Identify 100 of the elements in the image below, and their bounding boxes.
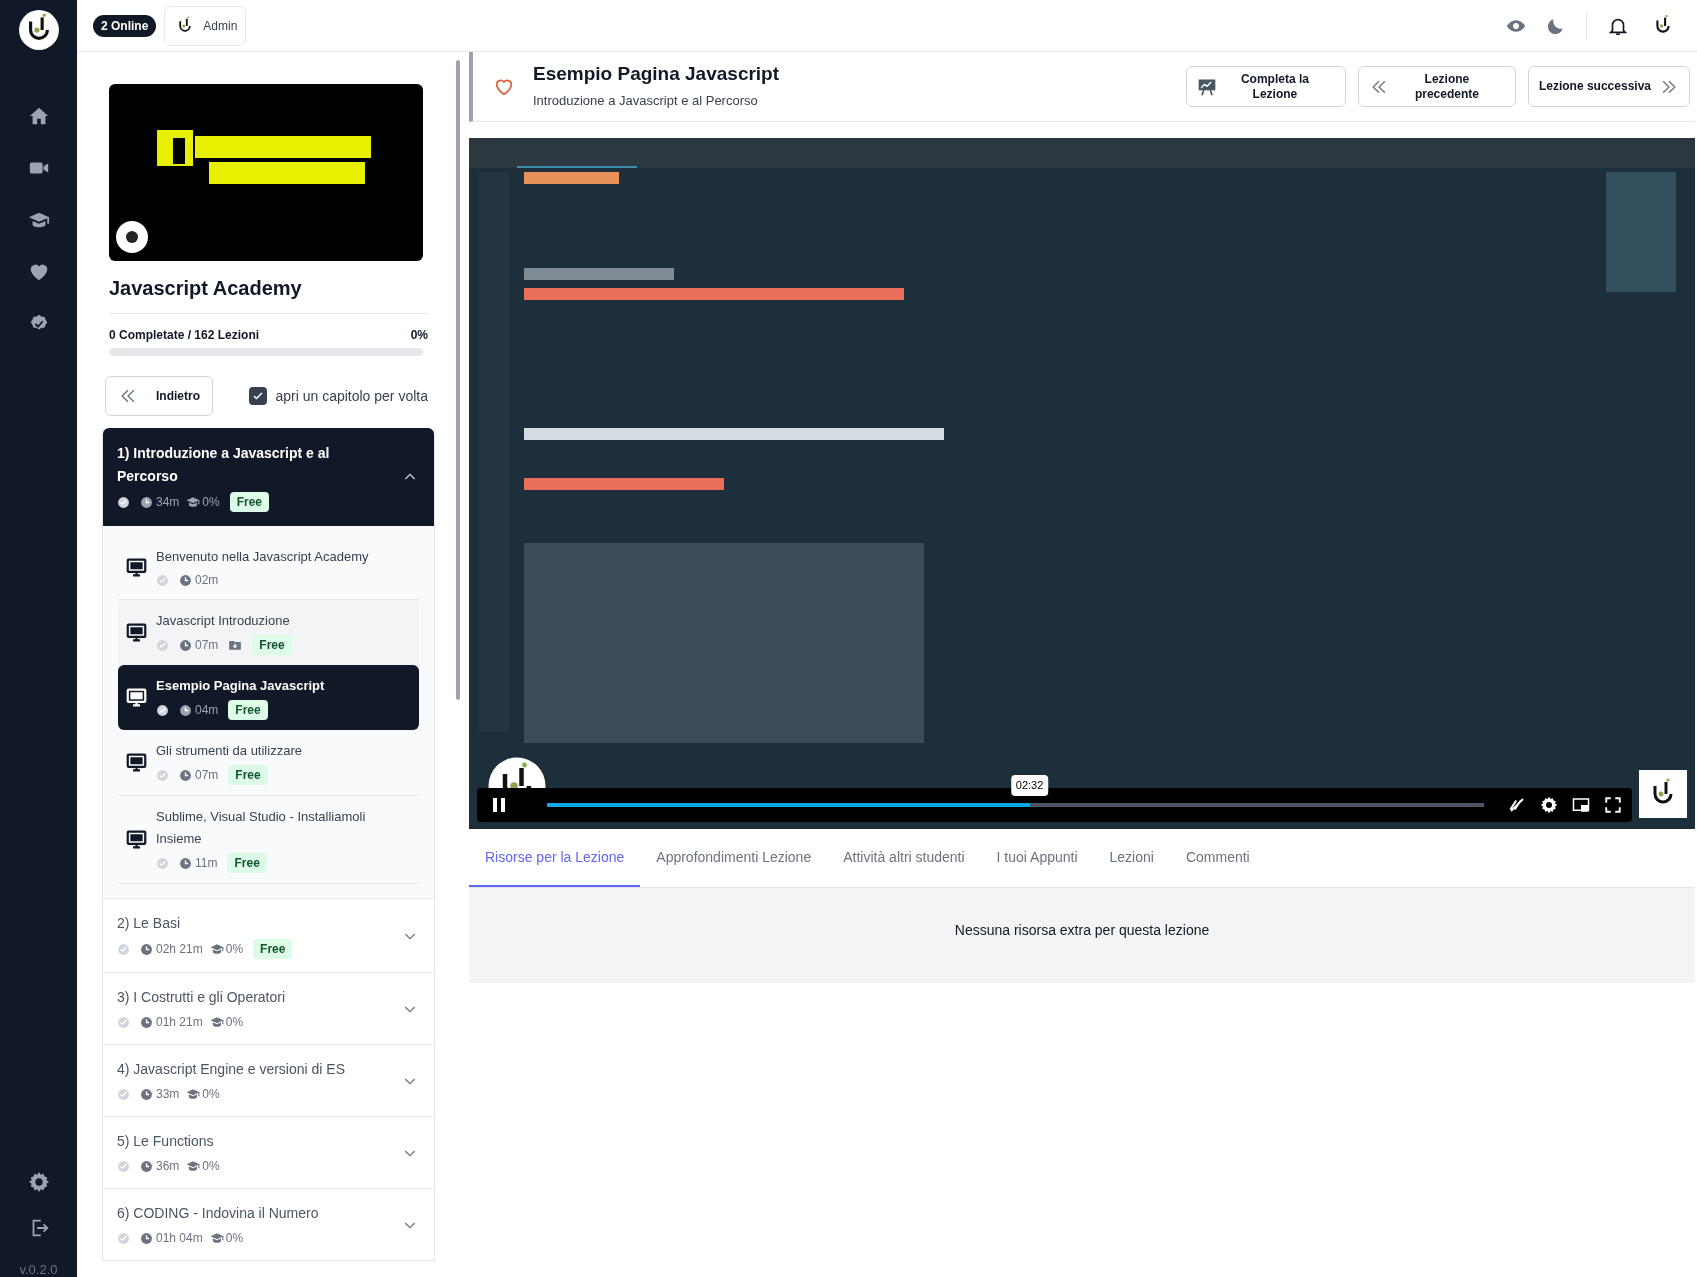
duration-text: 02m (195, 572, 219, 589)
free-badge: Free (252, 635, 292, 655)
duration-text: 36m (156, 1158, 180, 1175)
empty-message: Nessuna risorsa extra per questa lezione (954, 921, 1210, 940)
tab[interactable]: Attività altri studenti (827, 829, 981, 887)
lesson-title: Benvenuto nella Javascript Academy (156, 548, 369, 566)
duration-text: 01h 04m (156, 1230, 203, 1247)
duration-text: 07m (195, 637, 219, 654)
check-icon (117, 1015, 130, 1029)
logo-icon[interactable] (17, 9, 60, 51)
tab[interactable]: Lezioni (1093, 829, 1170, 887)
clock-icon (179, 856, 192, 870)
check-icon (117, 942, 130, 956)
clock-icon (179, 703, 192, 717)
lesson-title: Esempio Pagina Javascript (156, 677, 325, 695)
lesson-title: Sublime, Visual Studio - Installiamoli Insieme (156, 808, 367, 848)
clock-icon (179, 768, 192, 782)
tab[interactable]: Commenti (1169, 829, 1266, 887)
time-tooltip: 02:32 (1010, 775, 1049, 796)
lesson-title: Javascript Introduzione (156, 612, 291, 630)
duration-text: 33m (156, 1086, 180, 1103)
check-icon (156, 638, 169, 652)
home-icon[interactable] (27, 105, 50, 127)
progress-text: 0% (202, 1158, 220, 1175)
fullscreen-icon[interactable] (1604, 796, 1622, 814)
picture-in-picture-icon[interactable] (1572, 796, 1590, 814)
duration-text: 07m (195, 767, 219, 784)
lesson-item[interactable]: Gli strumenti da utilizzare 07m Free (118, 730, 419, 796)
monitor-icon (126, 622, 147, 643)
tab[interactable]: Approfondimenti Lezione (640, 829, 828, 887)
checkbox-label: apri un capitolo per volta (275, 386, 428, 406)
folder-icon (228, 638, 243, 652)
back-button[interactable]: Indietro (105, 376, 213, 416)
clock-icon (140, 495, 153, 509)
check-icon (156, 768, 169, 782)
progress-text: 0% (225, 941, 244, 958)
lesson-item[interactable]: Sublime, Visual Studio - Installiamoli Insieme 11m Free (118, 796, 419, 884)
progress-text: 0% (202, 1086, 220, 1103)
scrollbar[interactable] (456, 60, 460, 700)
graduation-cap-icon (209, 942, 224, 956)
monitor-icon (126, 687, 147, 708)
monitor-icon (126, 752, 147, 773)
next-lesson-button[interactable]: Lezione successiva (1527, 66, 1690, 107)
free-badge: Free (229, 492, 270, 512)
check-icon (156, 703, 169, 717)
progress-text: 0% (202, 494, 220, 511)
graduation-cap-icon (186, 495, 201, 509)
online-badge: 2 Online (93, 14, 157, 37)
lesson-item[interactable]: Javascript Introduzione 07m Free (118, 600, 419, 665)
clock-icon (140, 1087, 153, 1101)
checkbox[interactable] (249, 387, 268, 405)
check-icon (117, 495, 130, 509)
graduation-cap-icon (209, 1015, 224, 1029)
duration-text: 02h 21m (156, 941, 203, 958)
duration-text: 01h 21m (156, 1014, 203, 1031)
chapter-title: 6) CODING - Indovina il Numero (117, 1204, 320, 1223)
version-text: v.0.2.0 (19, 1263, 58, 1277)
previous-lesson-button[interactable]: Lezione precedente (1357, 66, 1516, 107)
captions-off-icon[interactable] (1508, 796, 1526, 814)
duration-text: 04m (195, 702, 219, 719)
duration-text: 11m (195, 855, 218, 872)
settings-icon[interactable] (1540, 796, 1558, 814)
progress-text: 0% (225, 1230, 244, 1247)
chapter-title: 2) Le Basi (117, 914, 182, 933)
check-icon (117, 1231, 130, 1245)
progress-text: 0% (225, 1014, 244, 1031)
tab[interactable]: I tuoi Appunti (980, 829, 1094, 887)
chapter-title: 4) Javascript Engine e versioni di ES (117, 1060, 346, 1079)
free-badge: Free (253, 939, 293, 959)
check-icon (117, 1159, 130, 1173)
check-icon (117, 1087, 130, 1101)
check-icon (156, 573, 169, 587)
settings-icon[interactable] (27, 1171, 50, 1193)
clock-icon (179, 638, 192, 652)
graduation-cap-icon (186, 1159, 201, 1173)
graduation-cap-icon (186, 1087, 201, 1101)
free-badge: Free (227, 853, 267, 873)
check-icon (156, 856, 169, 870)
complete-lesson-button[interactable]: Completa la Lezione (1185, 66, 1346, 107)
lesson-subtitle: Introduzione a Javascript e al Percorso (533, 91, 759, 110)
chapter-header[interactable]: 1) Introduzione a Javascript e al Percorso 34m 0% Free (103, 428, 434, 526)
clock-icon (140, 1159, 153, 1173)
check-icon (252, 390, 265, 402)
lesson-title: Gli strumenti da utilizzare (156, 742, 302, 760)
lesson-item[interactable]: Esempio Pagina Javascript 04m Free (118, 665, 419, 730)
chapter-title: 3) I Costrutti e gli Operatori (117, 988, 287, 1007)
free-badge: Free (228, 700, 268, 720)
clock-icon (179, 573, 192, 587)
clock-icon (140, 942, 153, 956)
free-badge: Free (228, 765, 268, 785)
chapter-title: 1) Introduzione a Javascript e al Percorso (117, 444, 331, 486)
lesson-title: Esempio Pagina Javascript (533, 62, 780, 85)
progress-text: 0 Completate / 162 Lezioni (109, 327, 260, 344)
user-button[interactable]: Admin (164, 5, 247, 46)
monitor-icon (126, 829, 147, 850)
progress-percent: 0% (410, 327, 428, 344)
clock-icon (140, 1015, 153, 1029)
clock-icon (140, 1231, 153, 1245)
graduation-cap-icon (209, 1231, 224, 1245)
course-title: Javascript Academy (109, 275, 428, 314)
